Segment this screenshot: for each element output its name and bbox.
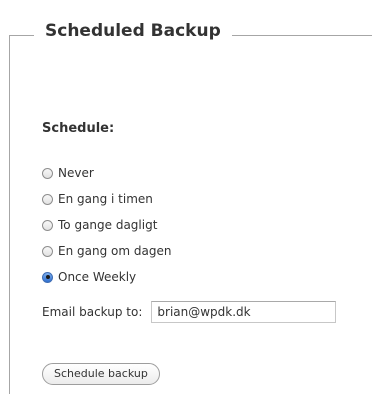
email-backup-input[interactable] xyxy=(151,301,337,323)
schedule-option-label: Once Weekly xyxy=(58,270,137,284)
fieldset-border-left xyxy=(9,35,10,394)
fieldset-border-top-right xyxy=(232,35,372,36)
schedule-option-twice-daily[interactable]: To gange dagligt xyxy=(42,212,171,238)
schedule-backup-button[interactable]: Schedule backup xyxy=(42,363,160,385)
radio-button[interactable] xyxy=(42,193,53,205)
schedule-option-label: Never xyxy=(58,166,94,180)
schedule-label: Schedule: xyxy=(42,121,115,136)
schedule-options: Never En gang i timen To gange dagligt E… xyxy=(42,160,171,290)
schedule-option-label: En gang om dagen xyxy=(58,244,172,258)
fieldset-border-top-left xyxy=(9,35,34,36)
schedule-option-hourly[interactable]: En gang i timen xyxy=(42,186,171,212)
radio-button[interactable] xyxy=(42,245,53,257)
email-row: Email backup to: xyxy=(42,301,337,323)
schedule-option-daily[interactable]: En gang om dagen xyxy=(42,238,171,264)
schedule-option-never[interactable]: Never xyxy=(42,160,171,186)
schedule-option-label: To gange dagligt xyxy=(58,218,158,232)
schedule-option-weekly[interactable]: Once Weekly xyxy=(42,264,171,290)
radio-button[interactable] xyxy=(42,271,53,283)
radio-button[interactable] xyxy=(42,219,53,231)
email-backup-label: Email backup to: xyxy=(42,305,143,319)
section-title: Scheduled Backup xyxy=(45,21,221,41)
schedule-option-label: En gang i timen xyxy=(58,192,153,206)
radio-button[interactable] xyxy=(42,167,53,179)
scheduled-backup-panel: Scheduled Backup Schedule: Never En gang… xyxy=(0,0,372,394)
